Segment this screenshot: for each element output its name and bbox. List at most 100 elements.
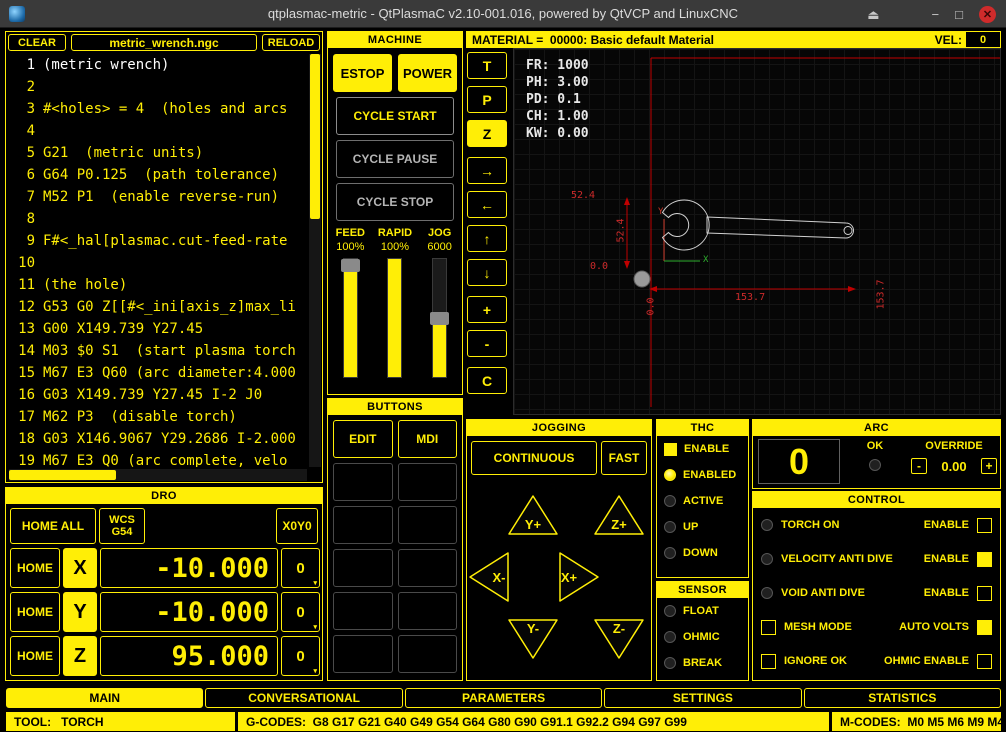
jog-button-Y-[interactable]: Y- [509, 620, 557, 658]
torch-on-enable-checkbox[interactable] [977, 518, 992, 533]
material-selector[interactable]: MATERIAL = 00000: Basic default Material [472, 33, 935, 47]
home-z-button[interactable]: HOME [10, 636, 60, 676]
zoom-in-button[interactable]: + [467, 296, 507, 323]
axis-y-button[interactable]: Y [63, 592, 97, 632]
mesh-mode-auto-volts-checkbox[interactable] [977, 620, 992, 635]
zero-y-button[interactable]: 0▾ [281, 592, 320, 632]
velocity-anti-dive-enable-checkbox[interactable] [977, 552, 992, 567]
pan-left-button[interactable]: ← [467, 191, 507, 218]
gcode-line[interactable]: 4 [9, 120, 307, 142]
gcode-line-text: (metric wrench) [43, 57, 169, 73]
close-icon[interactable]: ✕ [979, 6, 996, 23]
clear-button[interactable]: CLEAR [8, 34, 66, 51]
edit-button[interactable]: EDIT [333, 420, 393, 458]
tab-parameters[interactable]: PARAMETERS [405, 688, 602, 708]
zero-z-button[interactable]: 0▾ [281, 636, 320, 676]
home-all-button[interactable]: HOME ALL [10, 508, 96, 544]
jog-button-Z+[interactable]: Z+ [595, 496, 643, 534]
jog-button-Z-[interactable]: Z- [595, 620, 643, 658]
jog-override-slider[interactable]: JOG6000 [420, 227, 460, 378]
x-axis-label: X [703, 255, 708, 265]
gcode-line[interactable]: 8 [9, 208, 307, 230]
gcode-line[interactable]: 2 [9, 76, 307, 98]
control-row-torch-on: TORCH ONENABLE [753, 508, 1000, 542]
gcode-line[interactable]: 11(the hole) [9, 274, 307, 296]
thc-enable[interactable]: ENABLE [657, 436, 748, 462]
gcode-line[interactable]: 9F#<_hal[plasmac.cut-feed-rate [9, 230, 307, 252]
gcode-line[interactable]: 10 [9, 252, 307, 274]
view-p-button[interactable]: P [467, 86, 507, 113]
pan-right-button[interactable]: → [467, 157, 507, 184]
slider-track[interactable] [432, 258, 447, 378]
gcode-line[interactable]: 16G03 X149.739 Y27.45 I-2 J0 [9, 384, 307, 406]
feed-override-slider[interactable]: FEED100% [330, 227, 370, 378]
tab-conversational[interactable]: CONVERSATIONAL [205, 688, 402, 708]
scrollbar-thumb[interactable] [9, 470, 116, 480]
wcs-button[interactable]: WCS G54 [99, 508, 145, 544]
gcode-line[interactable]: 14M03 $0 S1 (start plasma torch [9, 340, 307, 362]
gcode-line[interactable]: 18G03 X146.9067 Y29.2686 I-2.000 [9, 428, 307, 450]
thc-enable-checkbox[interactable] [664, 443, 677, 456]
gcode-line[interactable]: 7M52 P1 (enable reverse-run) [9, 186, 307, 208]
zoom-out-button[interactable]: - [467, 330, 507, 357]
gcode-line[interactable]: 5G21 (metric units) [9, 142, 307, 164]
gcode-line[interactable]: 19M67 E3 Q0 (arc complete, velo [9, 450, 307, 467]
titlebar[interactable]: qtplasmac-metric - QtPlasmaC v2.10-001.0… [0, 0, 1006, 28]
tab-statistics[interactable]: STATISTICS [804, 688, 1001, 708]
axis-x-button[interactable]: X [63, 548, 97, 588]
gcode-line-number: 10 [9, 255, 35, 271]
home-y-button[interactable]: HOME [10, 592, 60, 632]
gcode-list[interactable]: 1(metric wrench)23#<holes> = 4 (holes an… [9, 54, 307, 467]
jog-button-X-[interactable]: X- [470, 553, 508, 601]
slider-handle[interactable] [341, 259, 360, 272]
gcode-horizontal-scrollbar[interactable] [9, 469, 307, 481]
gcode-line[interactable]: 6G64 P0.125 (path tolerance) [9, 164, 307, 186]
minimize-icon[interactable]: − [932, 8, 940, 21]
slider-track[interactable] [343, 258, 358, 378]
gcode-line[interactable]: 1(metric wrench) [9, 54, 307, 76]
estop-button[interactable]: ESTOP [333, 54, 392, 92]
reload-button[interactable]: RELOAD [262, 34, 320, 51]
jog-fast-button[interactable]: FAST [601, 441, 647, 475]
cycle-pause-button[interactable]: CYCLE PAUSE [336, 140, 454, 178]
gcode-line[interactable]: 13G00 X149.739 Y27.45 [9, 318, 307, 340]
gcode-line[interactable]: 17M62 P3 (disable torch) [9, 406, 307, 428]
slider-track[interactable] [387, 258, 402, 378]
control-label: OHMIC ENABLE [884, 655, 969, 667]
thc-enabled-led [664, 469, 676, 481]
gcode-preview[interactable]: FR: 1000 PH: 3.00 PD: 0.1 CH: 1.00 KW: 0… [513, 48, 1001, 415]
void-anti-dive-enable-checkbox[interactable] [977, 586, 992, 601]
scrollbar-thumb[interactable] [310, 54, 320, 219]
tab-settings[interactable]: SETTINGS [604, 688, 801, 708]
jog-button-X+[interactable]: X+ [560, 553, 598, 601]
jog-button-Y+[interactable]: Y+ [509, 496, 557, 534]
cycle-start-button[interactable]: CYCLE START [336, 97, 454, 135]
zero-x-button[interactable]: 0▾ [281, 548, 320, 588]
home-x-button[interactable]: HOME [10, 548, 60, 588]
gcode-line[interactable]: 3#<holes> = 4 (holes and arcs [9, 98, 307, 120]
power-button[interactable]: POWER [398, 54, 457, 92]
axis-z-button[interactable]: Z [63, 636, 97, 676]
ignore-ok-checkbox[interactable] [761, 654, 776, 669]
ignore-ok-ohmic-enable-checkbox[interactable] [977, 654, 992, 669]
view-t-button[interactable]: T [467, 52, 507, 79]
override-plus-button[interactable]: + [981, 458, 997, 474]
gcode-line[interactable]: 15M67 E3 Q60 (arc diameter:4.000 [9, 362, 307, 384]
pan-down-button[interactable]: ↓ [467, 259, 507, 286]
gcode-line[interactable]: 12G53 G0 Z[[#<_ini[axis_z]max_li [9, 296, 307, 318]
pan-up-button[interactable]: ↑ [467, 225, 507, 252]
rapid-override-slider[interactable]: RAPID100% [375, 227, 415, 378]
jog-continuous-button[interactable]: CONTINUOUS [471, 441, 597, 475]
view-z-button[interactable]: Z [467, 120, 507, 147]
x0y0-button[interactable]: X0Y0 [276, 508, 318, 544]
tab-main[interactable]: MAIN [6, 688, 203, 708]
gcode-vertical-scrollbar[interactable] [309, 54, 321, 467]
mesh-mode-checkbox[interactable] [761, 620, 776, 635]
cycle-stop-button[interactable]: CYCLE STOP [336, 183, 454, 221]
keep-above-icon[interactable]: ⏏ [867, 8, 879, 21]
override-minus-button[interactable]: - [911, 458, 927, 474]
maximize-icon[interactable]: □ [955, 8, 963, 21]
slider-handle[interactable] [430, 312, 449, 325]
mdi-button[interactable]: MDI [398, 420, 458, 458]
clear-view-button[interactable]: C [467, 367, 507, 394]
